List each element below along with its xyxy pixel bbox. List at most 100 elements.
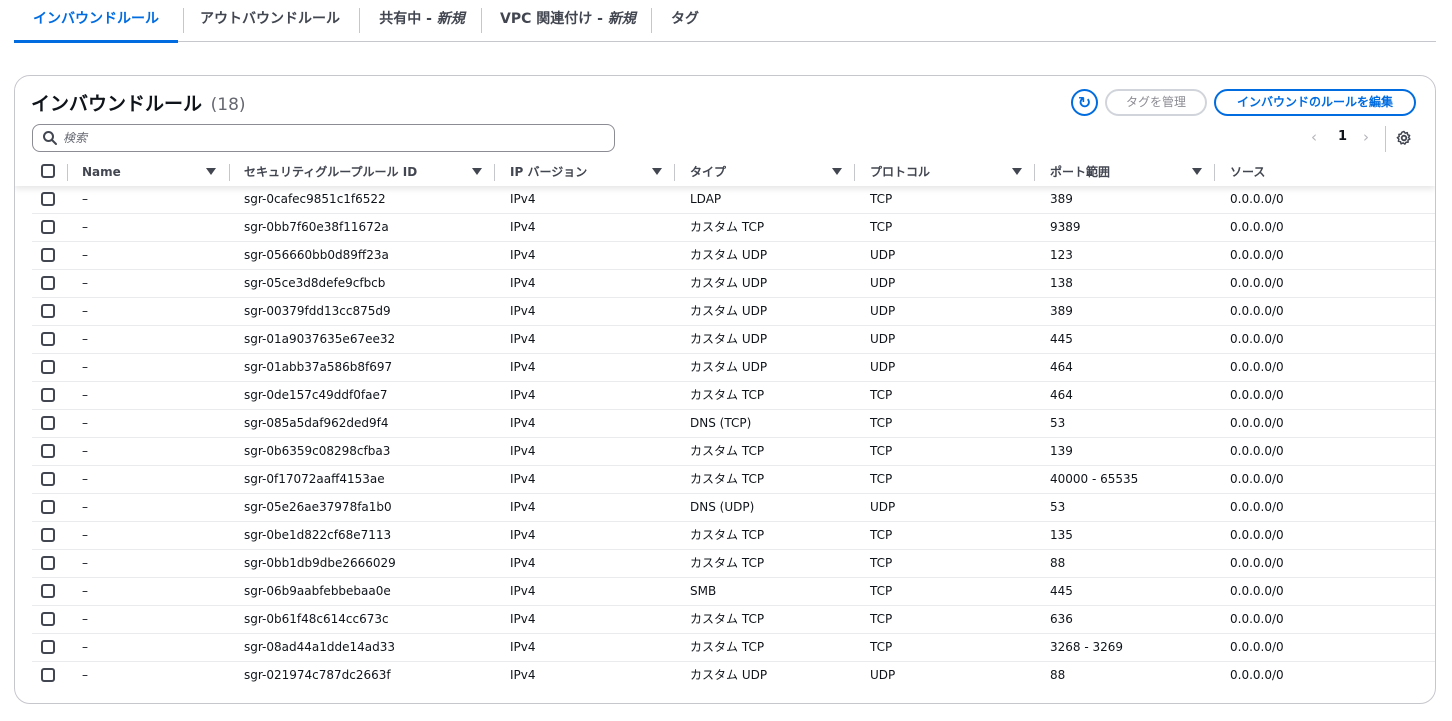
row-checkbox[interactable] (41, 192, 55, 206)
cell-port-range: 9389 (1050, 220, 1081, 234)
table-row[interactable]: – sgr-021974c787dc2663f IPv4 カスタム UDP UDP 88 0… (32, 662, 1435, 690)
cell-rule-id: sgr-085a5daf962ded9f4 (244, 416, 389, 430)
table-row[interactable]: – sgr-0b6359c08298cfba3 IPv4 カスタム TCP TCP 139… (32, 438, 1435, 466)
row-checkbox[interactable] (41, 668, 55, 682)
cell-source: 0.0.0.0/0 (1230, 444, 1284, 458)
sort-icon[interactable] (1192, 168, 1202, 175)
table-row[interactable]: – sgr-06b9aabfebbebaa0e IPv4 SMB TCP 445 0.0.0… (32, 578, 1435, 606)
column-header-port-range[interactable]: ポート範囲 (1050, 159, 1110, 185)
table-row[interactable]: – sgr-0b61f48c614cc673c IPv4 カスタム TCP TCP 636… (32, 606, 1435, 634)
column-header-ip-version[interactable]: IP バージョン (510, 159, 587, 185)
row-checkbox[interactable] (41, 360, 55, 374)
cell-rule-id: sgr-021974c787dc2663f (244, 668, 391, 682)
tab-sharing[interactable]: 共有中 - 新規 (378, 0, 466, 41)
column-header-type[interactable]: タイプ (690, 159, 726, 185)
row-checkbox[interactable] (41, 332, 55, 346)
row-checkbox[interactable] (41, 276, 55, 290)
table-row[interactable]: – sgr-08ad44a1dde14ad33 IPv4 カスタム TCP TCP 326… (32, 634, 1435, 662)
table-row[interactable]: – sgr-0bb7f60e38f11672a IPv4 カスタム TCP TCP 938… (32, 214, 1435, 242)
row-checkbox[interactable] (41, 416, 55, 430)
refresh-button[interactable]: ↻ (1071, 89, 1098, 116)
tab-inbound-rules[interactable]: インバウンドルール (14, 0, 178, 43)
row-checkbox[interactable] (41, 584, 55, 598)
cell-rule-id: sgr-0f17072aaff4153ae (244, 472, 385, 486)
cell-name: – (82, 416, 88, 430)
column-header-protocol[interactable]: プロトコル (870, 159, 930, 185)
cell-rule-id: sgr-0bb7f60e38f11672a (244, 220, 389, 234)
column-header-rule-id[interactable]: セキュリティグループルール ID (244, 159, 417, 185)
cell-protocol: TCP (870, 416, 893, 430)
row-checkbox[interactable] (41, 500, 55, 514)
tab-outbound-rules[interactable]: アウトバウンドルール (197, 0, 343, 41)
chevron-right-icon[interactable]: › (1363, 128, 1369, 146)
table-row[interactable]: – sgr-0f17072aaff4153ae IPv4 カスタム TCP TCP 400… (32, 466, 1435, 494)
cell-rule-id: sgr-0cafec9851c1f6522 (244, 192, 386, 206)
row-checkbox[interactable] (41, 220, 55, 234)
cell-source: 0.0.0.0/0 (1230, 668, 1284, 682)
edit-inbound-rules-button[interactable]: インバウンドのルールを編集 (1214, 89, 1416, 116)
cell-ip-version: IPv4 (510, 472, 536, 486)
cell-type: カスタム TCP (690, 472, 765, 486)
row-checkbox[interactable] (41, 528, 55, 542)
cell-source: 0.0.0.0/0 (1230, 192, 1284, 206)
sort-icon[interactable] (652, 168, 662, 175)
cell-type: DNS (UDP) (690, 500, 755, 514)
cell-ip-version: IPv4 (510, 528, 536, 542)
cell-type: カスタム TCP (690, 612, 765, 626)
column-divider (67, 164, 68, 181)
row-checkbox[interactable] (41, 444, 55, 458)
current-page[interactable]: 1 (1338, 129, 1347, 144)
cell-port-range: 3268 - 3269 (1050, 640, 1124, 654)
sort-icon[interactable] (832, 168, 842, 175)
cell-source: 0.0.0.0/0 (1230, 472, 1284, 486)
tab-tags[interactable]: タグ (670, 0, 700, 41)
table-row[interactable]: – sgr-0cafec9851c1f6522 IPv4 LDAP TCP 389 0.0.… (32, 186, 1435, 214)
cell-name: – (82, 304, 88, 318)
column-divider (854, 164, 855, 181)
table-row[interactable]: – sgr-00379fdd13cc875d9 IPv4 カスタム UDP UDP 389… (32, 298, 1435, 326)
cell-type: DNS (TCP) (690, 416, 752, 430)
cell-ip-version: IPv4 (510, 584, 536, 598)
cell-ip-version: IPv4 (510, 332, 536, 346)
manage-tags-button[interactable]: タグを管理 (1105, 89, 1207, 116)
cell-name: – (82, 248, 88, 262)
row-checkbox[interactable] (41, 248, 55, 262)
table-row[interactable]: – sgr-056660bb0d89ff23a IPv4 カスタム UDP UDP 123… (32, 242, 1435, 270)
table-row[interactable]: – sgr-01a9037635e67ee32 IPv4 カスタム UDP UDP 445… (32, 326, 1435, 354)
table-row[interactable]: – sgr-05e26ae37978fa1b0 IPv4 DNS (UDP) UDP 53… (32, 494, 1435, 522)
cell-ip-version: IPv4 (510, 668, 536, 682)
column-header-source[interactable]: ソース (1230, 159, 1265, 185)
column-header-name[interactable]: Name (82, 159, 121, 185)
sort-icon[interactable] (1012, 168, 1022, 175)
tab-divider (359, 8, 360, 33)
row-checkbox[interactable] (41, 556, 55, 570)
cell-type: カスタム TCP (690, 220, 765, 234)
row-checkbox[interactable] (41, 472, 55, 486)
cell-ip-version: IPv4 (510, 220, 536, 234)
cell-ip-version: IPv4 (510, 388, 536, 402)
table-row[interactable]: – sgr-0de157c49ddf0fae7 IPv4 カスタム TCP TCP 464… (32, 382, 1435, 410)
sort-icon[interactable] (472, 168, 482, 175)
cell-ip-version: IPv4 (510, 444, 536, 458)
sort-icon[interactable] (206, 168, 216, 175)
chevron-left-icon[interactable]: ‹ (1311, 128, 1317, 146)
search-input[interactable] (63, 128, 603, 148)
cell-name: – (82, 388, 88, 402)
table-row[interactable]: – sgr-0bb1db9dbe2666029 IPv4 カスタム TCP TCP 88 0… (32, 550, 1435, 578)
cell-ip-version: IPv4 (510, 416, 536, 430)
row-checkbox[interactable] (41, 612, 55, 626)
table-row[interactable]: – sgr-085a5daf962ded9f4 IPv4 DNS (TCP) TCP 53… (32, 410, 1435, 438)
table-row[interactable]: – sgr-05ce3d8defe9cfbcb IPv4 カスタム UDP UDP 138… (32, 270, 1435, 298)
select-all-checkbox[interactable] (41, 164, 55, 178)
row-checkbox[interactable] (41, 640, 55, 654)
search-box (32, 124, 615, 152)
row-checkbox[interactable] (41, 388, 55, 402)
cell-type: カスタム TCP (690, 528, 765, 542)
row-checkbox[interactable] (41, 304, 55, 318)
tab-divider (651, 8, 652, 33)
cell-port-range: 445 (1050, 584, 1073, 598)
table-row[interactable]: – sgr-01abb37a586b8f697 IPv4 カスタム UDP UDP 464… (32, 354, 1435, 382)
tab-vpc-associations[interactable]: VPC 関連付け - 新規 (500, 0, 636, 41)
table-row[interactable]: – sgr-0be1d822cf68e7113 IPv4 カスタム TCP TCP 135… (32, 522, 1435, 550)
gear-icon[interactable] (1396, 130, 1412, 146)
